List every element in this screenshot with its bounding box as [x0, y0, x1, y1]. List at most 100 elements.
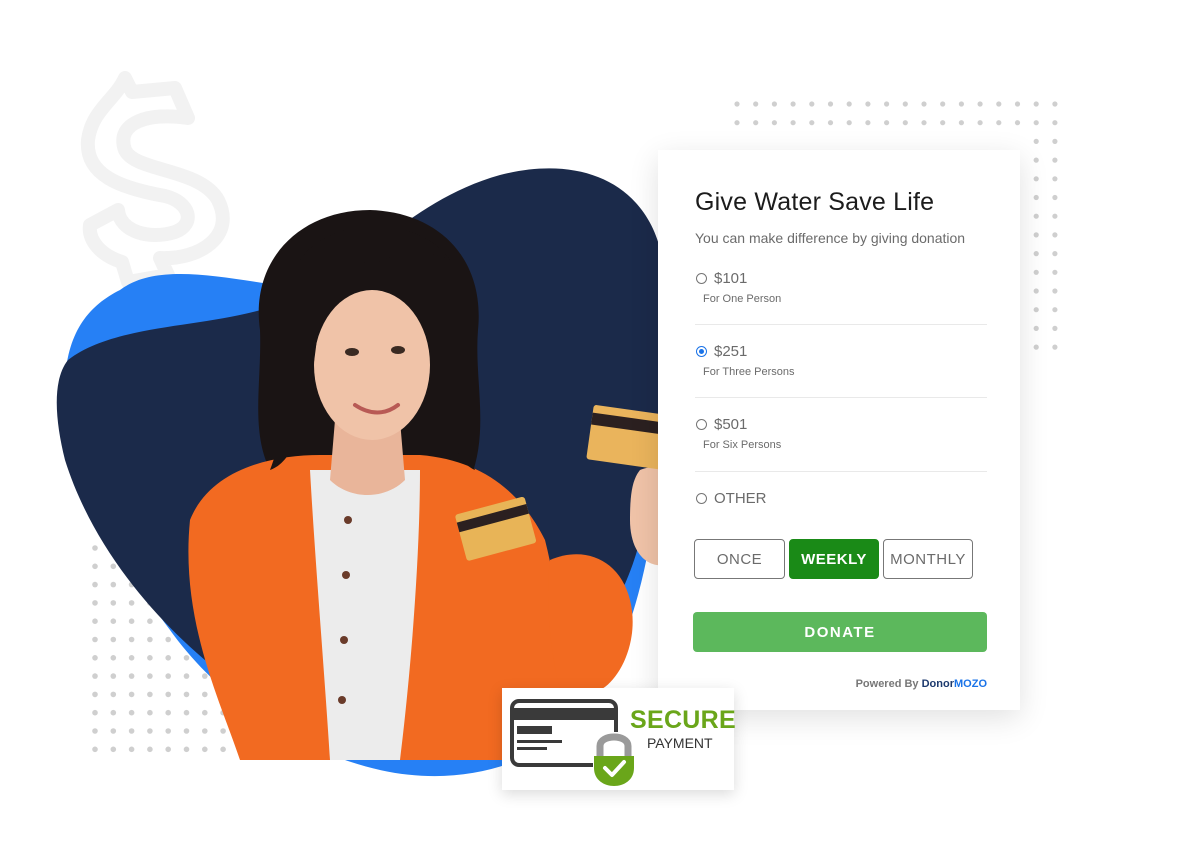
- dot: [183, 655, 190, 661]
- frequency-weekly-button[interactable]: WEEKLY: [789, 539, 879, 579]
- frequency-once-button[interactable]: ONCE: [694, 539, 785, 579]
- option-amount: $101: [714, 270, 748, 287]
- dot: [147, 673, 153, 679]
- dot: [790, 120, 796, 126]
- form-subtitle: You can make difference by giving donati…: [695, 230, 966, 246]
- dot: [1052, 176, 1058, 182]
- dot: [1052, 269, 1058, 275]
- dot: [865, 120, 871, 126]
- divider: [695, 324, 987, 325]
- dot: [202, 691, 208, 698]
- dot: [1033, 269, 1039, 275]
- secure-title: SECURE: [630, 706, 736, 734]
- dot: [220, 728, 226, 734]
- dot: [165, 691, 171, 698]
- dot: [110, 636, 117, 643]
- dot: [1052, 307, 1058, 313]
- powered-by: Powered By DonorMOZO: [856, 678, 987, 690]
- donate-button[interactable]: DONATE: [693, 612, 987, 652]
- dot: [1033, 120, 1039, 126]
- dot: [865, 101, 871, 107]
- option-description: For One Person: [703, 293, 782, 305]
- dot: [1033, 101, 1039, 107]
- secure-subtitle: PAYMENT: [647, 735, 713, 751]
- frequency-monthly-button[interactable]: MONTHLY: [883, 539, 973, 579]
- amount-option-501[interactable]: $501 For Six Persons: [696, 416, 988, 451]
- dot: [1033, 176, 1039, 182]
- dot: [1033, 138, 1039, 144]
- amount-option-other[interactable]: OTHER: [696, 490, 988, 507]
- dot: [110, 563, 117, 570]
- dot: [165, 673, 171, 679]
- dot: [940, 101, 946, 107]
- dot: [202, 673, 208, 679]
- dot: [1033, 307, 1039, 313]
- dot: [809, 101, 815, 107]
- dot: [165, 746, 171, 753]
- dot: [884, 120, 890, 126]
- dot: [1033, 344, 1039, 350]
- option-amount: OTHER: [714, 490, 767, 507]
- dot: [827, 101, 834, 107]
- dot: [1052, 120, 1058, 126]
- dot: [771, 101, 778, 107]
- option-amount: $251: [714, 343, 748, 360]
- dot: [1014, 120, 1021, 126]
- dot: [128, 728, 135, 734]
- dot: [110, 618, 117, 624]
- dot: [183, 691, 190, 698]
- radio-button[interactable]: [696, 419, 707, 430]
- dot: [128, 691, 135, 698]
- dot: [128, 709, 135, 716]
- dot: [92, 563, 98, 570]
- dot: [110, 600, 117, 606]
- dot: [1033, 194, 1039, 201]
- dot: [128, 636, 135, 643]
- dot: [92, 545, 98, 551]
- amount-option-251[interactable]: $251 For Three Persons: [696, 343, 988, 378]
- dot: [165, 636, 171, 643]
- dot: [147, 728, 153, 734]
- dot: [827, 120, 834, 126]
- dot: [1052, 288, 1058, 294]
- dot: [128, 746, 135, 753]
- dot: [940, 120, 946, 126]
- dot: [220, 746, 226, 753]
- dot: [147, 655, 153, 661]
- dot: [92, 691, 98, 698]
- radio-button-selected[interactable]: [696, 346, 707, 357]
- amount-option-101[interactable]: $101 For One Person: [696, 270, 988, 305]
- dot: [996, 101, 1002, 107]
- divider: [695, 397, 987, 398]
- dot: [92, 655, 98, 661]
- donation-form-card: Give Water Save Life You can make differ…: [658, 150, 1020, 710]
- dot: [1033, 213, 1039, 219]
- dot: [110, 746, 117, 753]
- dot: [128, 600, 135, 606]
- dot: [147, 618, 153, 624]
- brand-mozo[interactable]: MOZO: [954, 678, 987, 690]
- divider: [695, 471, 987, 472]
- dot: [921, 101, 927, 107]
- dot: [183, 673, 190, 679]
- dot: [165, 709, 171, 716]
- dot: [884, 101, 890, 107]
- dot: [1052, 344, 1058, 350]
- padlock-check-icon: [593, 732, 635, 786]
- dot: [1052, 251, 1058, 257]
- dot: [1052, 194, 1058, 201]
- dot: [1052, 213, 1058, 219]
- dot: [165, 728, 171, 734]
- dot: [846, 101, 852, 107]
- dot: [92, 618, 98, 624]
- dot: [147, 691, 153, 698]
- secure-payment-badge: SECURE PAYMENT: [502, 688, 736, 790]
- dot: [92, 746, 98, 753]
- radio-button[interactable]: [696, 493, 707, 504]
- brand-donor[interactable]: Donor: [922, 678, 954, 690]
- dot: [753, 120, 759, 126]
- dot: [1033, 325, 1039, 331]
- dot: [92, 581, 98, 588]
- option-description: For Three Persons: [703, 366, 795, 378]
- radio-button[interactable]: [696, 273, 707, 284]
